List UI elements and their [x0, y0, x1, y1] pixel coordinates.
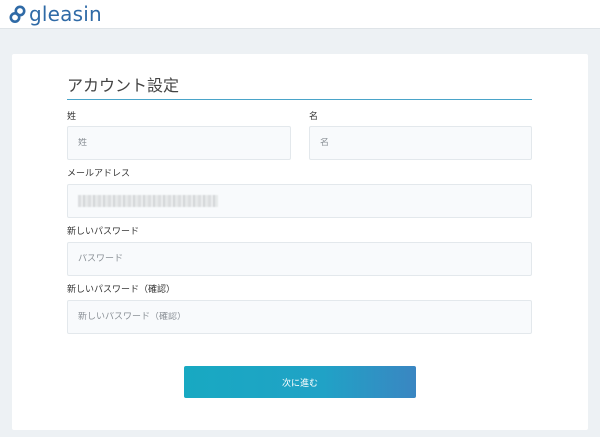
new-password-field-box	[67, 242, 532, 276]
email-input[interactable]	[67, 184, 532, 218]
account-settings-card: アカウント設定 姓 名 メールアドレス 新しいパスワード 新しいパスワード（確認…	[12, 54, 588, 430]
last-name-input[interactable]	[78, 138, 280, 148]
confirm-password-field-box	[67, 300, 532, 334]
first-name-label: 名	[309, 112, 319, 122]
gleasin-logo-icon	[9, 4, 27, 24]
next-button[interactable]: 次に進む	[184, 366, 416, 398]
top-bar: gleasin	[0, 0, 600, 29]
email-label: メールアドレス	[67, 169, 131, 179]
new-password-input[interactable]	[78, 254, 521, 264]
redacted-email-value	[78, 195, 218, 207]
last-name-field-box	[67, 126, 291, 160]
logo[interactable]: gleasin	[9, 2, 102, 26]
logo-text: gleasin	[29, 2, 102, 26]
new-password-label: 新しいパスワード	[67, 227, 140, 237]
first-name-input[interactable]	[320, 138, 521, 148]
last-name-label: 姓	[67, 112, 77, 122]
page-title: アカウント設定	[67, 76, 532, 100]
confirm-password-input[interactable]	[78, 312, 521, 322]
first-name-field-box	[309, 126, 532, 160]
confirm-password-label: 新しいパスワード（確認）	[67, 285, 176, 295]
